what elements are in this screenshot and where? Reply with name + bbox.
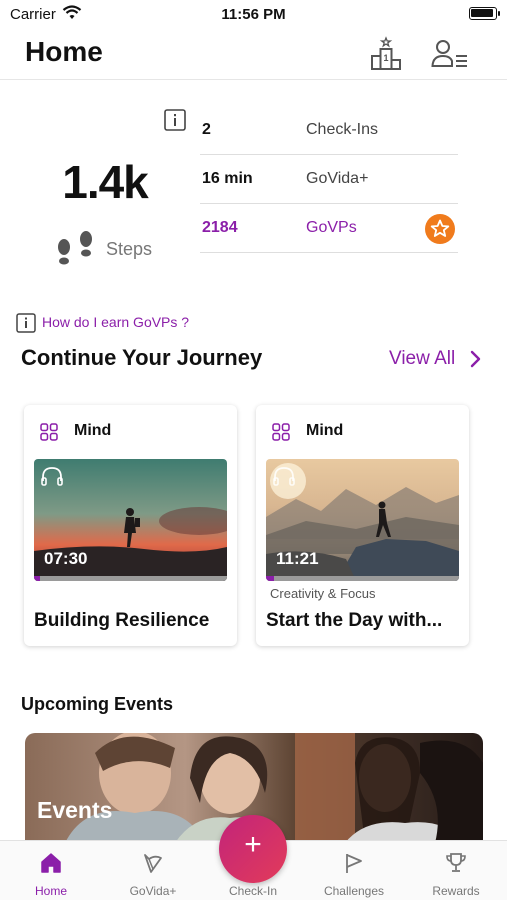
tab-challenges[interactable]: Challenges (309, 841, 399, 900)
card-category: Mind (306, 422, 344, 439)
section-title-events: Upcoming Events (21, 694, 174, 714)
govida-value: 16 min (202, 170, 253, 187)
check-in-fab-button[interactable]: + (219, 815, 287, 883)
card-subcategory: Creativity & Focus (270, 586, 376, 601)
tab-rewards-label: Rewards (432, 884, 480, 898)
activity-stats: 1.4k Steps 2 Check-Ins 16 min GoVida+ 21… (0, 95, 507, 275)
govps-value: 2184 (202, 219, 238, 236)
app-header: Home 1 (0, 30, 507, 80)
clock: 11:56 PM (221, 6, 286, 23)
steps-count: 1.4k (62, 156, 149, 208)
home-icon (41, 853, 61, 873)
headphones-icon (273, 467, 295, 486)
tab-challenges-label: Challenges (323, 884, 385, 898)
view-all-link[interactable]: View All (389, 348, 455, 370)
tab-rewards[interactable]: Rewards (411, 841, 501, 900)
trophy-icon (446, 853, 466, 872)
tab-check-in-label: Check-In (228, 884, 278, 898)
tab-home[interactable]: Home (6, 841, 96, 900)
profile-menu-icon[interactable] (431, 36, 467, 72)
journey-card[interactable]: Mind 11:21 Creativity & Focus Start the … (256, 405, 469, 646)
govida-label: GoVida+ (306, 170, 369, 187)
journey-card[interactable]: Mind 07:30 Building Resilience (24, 405, 237, 646)
stat-row-govps[interactable]: 2184 GoVPs (200, 204, 458, 253)
tab-govida-plus[interactable]: GoVida+ (108, 841, 198, 900)
card-thumbnail: 11:21 (266, 459, 459, 581)
leaderboard-podium-icon[interactable]: 1 (368, 36, 404, 72)
card-progress-bar (266, 576, 459, 581)
card-category: Mind (74, 422, 112, 439)
card-duration: 07:30 (44, 549, 88, 568)
headphones-icon (41, 467, 63, 486)
tab-home-label: Home (34, 884, 67, 898)
battery-icon (469, 7, 500, 20)
card-title: Building Resilience (34, 610, 210, 631)
page-title: Home (25, 36, 103, 67)
govps-label: GoVPs (306, 219, 357, 236)
card-duration: 11:21 (276, 549, 319, 568)
mind-category-icon (40, 423, 58, 441)
stat-row-govida: 16 min GoVida+ (200, 155, 458, 204)
mind-category-icon (272, 423, 290, 441)
checkins-value: 2 (202, 121, 211, 138)
checkins-label: Check-Ins (306, 121, 379, 138)
card-thumbnail: 07:30 (34, 459, 227, 581)
tab-govida-plus-label: GoVida+ (129, 884, 177, 898)
svg-text:1: 1 (383, 53, 388, 63)
info-icon (16, 313, 36, 333)
info-icon[interactable] (164, 109, 186, 131)
flag-icon (346, 854, 362, 873)
stat-row-checkins: 2 Check-Ins (200, 106, 458, 155)
card-title: Start the Day with... (266, 610, 443, 631)
section-title-journey: Continue Your Journey (21, 345, 263, 370)
footprints-icon (58, 231, 92, 265)
card-progress-bar (34, 576, 227, 581)
how-to-earn-label: How do I earn GoVPs ? (42, 314, 190, 330)
status-bar: Carrier 11:56 PM (0, 0, 507, 30)
plus-icon: + (244, 828, 262, 861)
chevron-right-icon[interactable] (468, 348, 484, 370)
govida-leaf-icon (144, 854, 162, 873)
star-badge-icon (425, 214, 455, 244)
events-banner-label: Events (37, 797, 113, 823)
steps-label: Steps (106, 239, 153, 259)
